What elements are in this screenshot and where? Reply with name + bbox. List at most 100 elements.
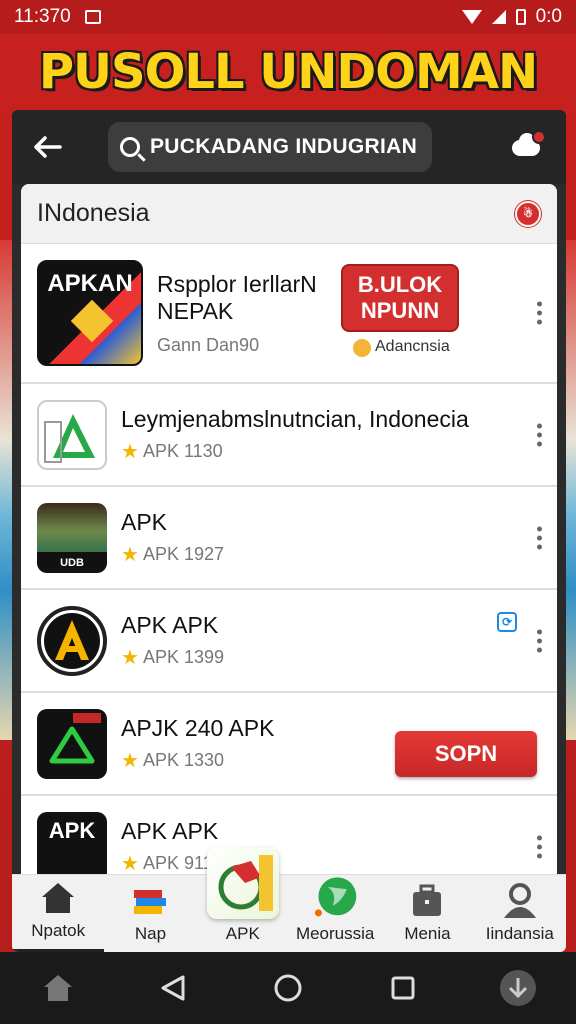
back-triangle-icon [161,975,185,1001]
app-bar: PUCKADANG INDUGRIAN [12,110,566,184]
app-icon [37,399,107,470]
app-info: Rspplor IerllarN NEPAK Gann Dan90 [157,271,317,356]
list-header-title: INdonesia [37,199,150,227]
system-assistant-button[interactable] [496,966,540,1010]
app-info: APK ★ APK 1927 [121,509,224,567]
app-list-panel: INdonesia ☃ APKAN Rspplor IerllarN NEPAK… [21,184,557,874]
cloud-notification-button[interactable] [510,130,546,162]
app-version: APK 1330 [142,749,224,770]
list-header: INdonesia ☃ [21,184,557,244]
status-time: 11:370 [14,6,71,27]
system-circle-button[interactable] [266,966,310,1010]
app-name: APK APK [121,611,219,638]
app-icon-label: UDB [60,556,84,569]
more-options-icon[interactable] [537,835,543,858]
star-icon: ★ [121,749,139,772]
more-options-icon[interactable] [537,629,543,652]
nav-item-apk[interactable]: APK [197,847,289,952]
list-item[interactable]: APK APK ★ APK 1399 ⟳ [21,590,557,693]
system-recents-button[interactable] [381,966,425,1010]
star-icon: ★ [121,543,139,566]
nav-item-nap[interactable]: Nap [104,875,196,952]
promo-line-1: B.ULOK [357,272,443,297]
books-icon [134,890,167,914]
star-icon: ★ [121,852,139,875]
banner-title: PUSOLL UNDOMAN [38,44,538,100]
header-badge-icon[interactable]: ☃ [515,200,541,227]
back-arrow-icon [34,136,62,158]
person-icon [503,883,536,918]
app-name: APK APK [121,817,219,844]
share-icon[interactable]: ⟳ [497,612,517,632]
app-name: Leymjenabmslnutncian, Indonecia [121,405,469,432]
globe-icon [315,877,357,917]
nav-item-menia[interactable]: Menia [381,875,473,952]
nav-label: APK [225,924,260,943]
nav-label: Menia [404,924,451,943]
list-item[interactable]: APJK 240 APK ★ APK 1330 SOPN [21,693,557,796]
coin-icon [353,339,371,357]
apk-logo-icon [206,847,279,919]
app-meta: ★ APK 1130 [121,439,469,464]
promo-line-2: NPUNN [360,298,440,323]
app-name-line2: NEPAK [157,297,234,324]
app-name: APJK 240 APK [121,714,275,741]
app-meta: ★ APK 911 [121,851,218,875]
app-icon [37,605,107,676]
status-bar: 11:370 0:0 [0,0,576,34]
star-icon: ★ [121,440,139,463]
app-icon-label: APKAN [47,270,133,297]
more-options-icon[interactable] [537,423,543,446]
more-options-icon[interactable] [537,526,543,549]
back-button[interactable] [12,110,82,184]
nav-label: Meorussia [295,924,375,943]
app-icon-label: APK [48,817,96,843]
bottom-navigation: Npatok Nap APK Meorussia Menia Iindansia [12,847,566,952]
app-info: Leymjenabmslnutncian, Indonecia ★ APK 11… [121,406,469,464]
promo-subtitle: Adancnsia [375,338,450,355]
nav-label: Iindansia [485,924,554,943]
green-triangle-logo-icon [49,712,101,763]
promo-banner: PUSOLL UNDOMAN [0,34,576,110]
nav-item-home[interactable]: Npatok [12,875,105,952]
open-button[interactable]: SOPN [395,731,537,777]
app-meta: Gann Dan90 [157,335,317,356]
assistant-icon [500,970,537,1006]
list-item[interactable]: Leymjenabmslnutncian, Indonecia ★ APK 11… [21,384,557,487]
app-version: APK 1927 [142,543,224,564]
app-icon [37,708,107,779]
a-letter-logo-icon [44,612,100,669]
circle-icon [274,974,302,1002]
nav-item-meorussia[interactable]: Meorussia [289,875,381,952]
promo-tile[interactable]: B.ULOK NPUNN [341,264,459,332]
battery-icon [515,9,526,25]
app-info: APJK 240 APK ★ APK 1330 [121,715,274,773]
emblem-icon [70,299,114,343]
more-options-icon[interactable] [537,301,543,325]
app-icon: APKAN [37,260,143,366]
app-meta: ★ APK 1927 [121,542,224,567]
app-window: PUCKADANG INDUGRIAN INdonesia ☃ APKAN Rs… [12,110,566,952]
app-meta-text: Gann Dan90 [157,334,260,355]
nav-item-profile[interactable]: Iindansia [474,875,566,952]
star-icon: ★ [121,646,139,669]
app-meta: ★ APK 1399 [121,645,224,670]
list-item[interactable]: APK APK APK ★ APK 911 [21,796,557,874]
nav-label: Npatok [31,921,86,940]
list-item[interactable]: UDB APK ★ APK 1927 [21,487,557,590]
system-home-button[interactable] [36,966,80,1010]
apk-emblem-icon [218,855,273,911]
briefcase-icon [413,884,442,916]
app-version: APK 911 [142,852,213,873]
app-icon: UDB [37,502,107,573]
app-meta: ★ APK 1330 [121,748,274,773]
app-version: APK 1130 [142,440,223,461]
app-icon: APK [37,811,107,874]
triangle-logo-icon [44,413,95,463]
system-back-button[interactable] [151,966,195,1010]
house-icon [43,975,72,1001]
search-bar[interactable]: PUCKADANG INDUGRIAN [108,122,432,172]
signal-icon [491,10,506,24]
list-item[interactable]: APKAN Rspplor IerllarN NEPAK Gann Dan90 … [21,244,557,384]
system-navigation-bar [0,952,576,1024]
